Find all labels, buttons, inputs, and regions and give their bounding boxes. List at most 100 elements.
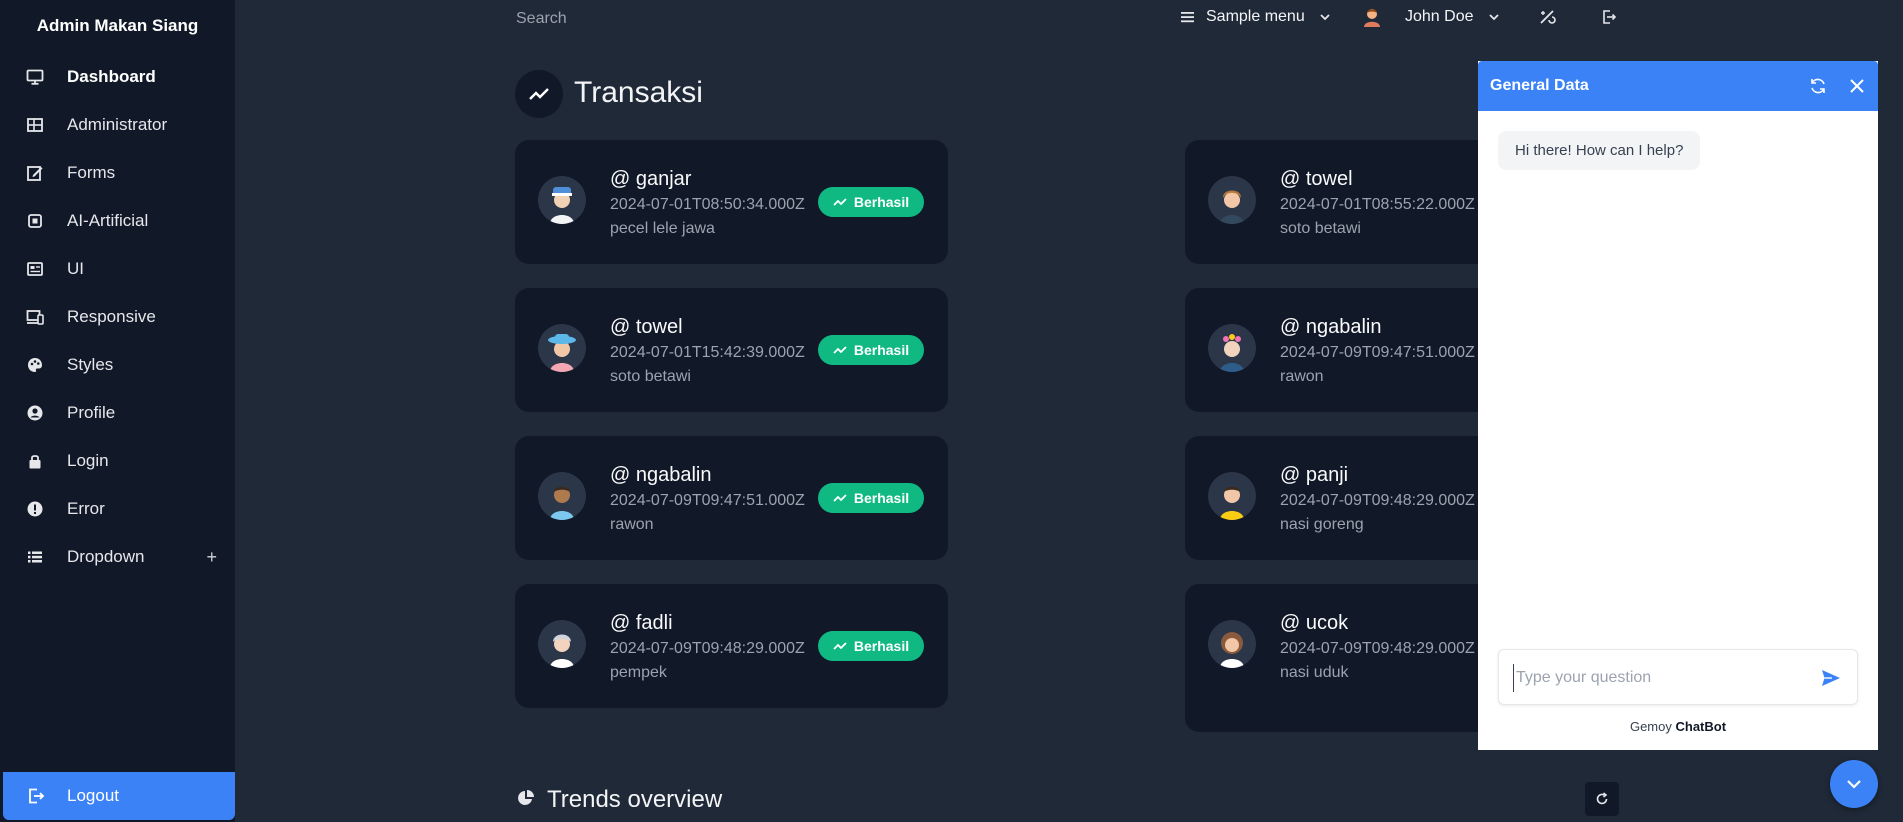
status-badge[interactable]: Berhasil [818,631,924,661]
transaction-time: 2024-07-01T15:42:39.000Z [610,344,805,361]
user-avatar-icon [1364,9,1380,27]
transaction-food: pempek [610,664,667,681]
send-icon[interactable] [1821,668,1841,688]
transaction-card: @ ngabalin 2024-07-09T09:47:51.000Z rawo… [515,436,948,560]
transaction-user: @ ucok [1280,612,1349,634]
sidebar-item-login[interactable]: Login [0,439,235,483]
transaction-card: @ ganjar 2024-07-01T08:50:34.000Z pecel … [515,140,948,264]
page-title: Transaksi [574,76,703,109]
chevron-down-icon [1488,14,1499,21]
list-icon [28,551,42,563]
sidebar-item-label: Error [67,499,105,518]
logout-icon [29,788,45,804]
chat-toggle-button[interactable] [1830,760,1878,808]
chevron-down-icon [1320,14,1330,21]
status-badge[interactable]: Berhasil [818,483,924,513]
chatbot-header: General Data [1478,61,1878,111]
chatbot-title: General Data [1490,77,1589,94]
chatbot-message: Hi there! How can I help? [1498,131,1701,170]
pie-chart-icon [518,790,534,805]
chip-icon [28,214,42,228]
transaction-time: 2024-07-09T09:48:29.000Z [1280,640,1475,657]
transaction-user: @ towel [1280,168,1353,190]
responsive-icon [26,310,44,325]
transaction-food: rawon [610,516,654,533]
logout-label: Logout [67,786,119,805]
sidebar-item-administrator[interactable]: Administrator [0,103,235,147]
avatar [538,472,586,520]
footer-product: ChatBot [1675,719,1727,734]
trend-title-icon [515,70,563,118]
chevron-down-icon [1847,780,1861,789]
sidebar-item-label: Dropdown [67,547,145,566]
sidebar-item-label: Forms [67,163,116,182]
transaction-time: 2024-07-01T08:50:34.000Z [610,196,805,213]
sidebar-item-profile[interactable]: Profile [0,391,235,435]
sample-menu-dropdown[interactable]: Sample menu [1180,0,1331,34]
chatbot-panel: General Data Hi there! How can I help? G… [1478,61,1878,750]
logout-icon [1603,10,1617,24]
chat-input-box [1498,649,1858,705]
edit-icon [27,166,43,181]
transaction-time: 2024-07-09T09:47:51.000Z [1280,344,1475,361]
sidebar-item-ai-artificial[interactable]: AI-Artificial [0,199,235,243]
sidebar-item-responsive[interactable]: Responsive [0,295,235,339]
trend-up-icon [833,346,847,354]
transaction-food: nasi goreng [1280,516,1364,533]
transaction-time: 2024-07-09T09:48:29.000Z [1280,492,1475,509]
sidebar-item-label: Profile [67,403,116,422]
avatar [538,620,586,668]
sidebar-item-ui[interactable]: UI [0,247,235,291]
sidebar-item-label: Login [67,451,109,470]
transaction-food: soto betawi [1280,220,1361,237]
refresh-icon[interactable] [1808,76,1828,96]
transaction-card: @ towel 2024-07-01T15:42:39.000Z soto be… [515,288,948,412]
search-input[interactable] [514,4,818,34]
avatar [538,324,586,372]
sidebar-item-label: AI-Artificial [67,211,149,230]
avatar [1208,176,1256,224]
logout-button[interactable]: Logout [3,772,235,820]
transaction-food: pecel lele jawa [610,220,715,237]
sidebar-item-label: Administrator [67,115,168,134]
signout-button[interactable] [1601,0,1617,34]
refresh-button[interactable] [1585,782,1619,816]
status-badge-label: Berhasil [853,638,910,654]
transaction-food: soto betawi [610,368,691,385]
avatar [1208,324,1256,372]
avatar [1208,472,1256,520]
status-badge[interactable]: Berhasil [818,187,924,217]
transaction-user: @ fadli [610,612,673,634]
chat-input[interactable] [1513,664,1818,692]
sample-menu-label: Sample menu [1206,8,1305,25]
footer-brand: Gemoy [1629,719,1676,734]
close-icon[interactable] [1848,77,1866,95]
avatar [1208,620,1256,668]
transaction-user: @ towel [610,316,683,338]
theme-toggle-button[interactable] [1538,0,1556,34]
theme-icon [1540,10,1556,24]
sidebar-item-label: Styles [67,355,114,374]
user-menu-dropdown[interactable]: John Doe [1360,0,1500,34]
user-circle-icon [27,405,43,421]
sidebar-item-label: Dashboard [67,67,156,86]
palette-icon [28,358,42,372]
sidebar-item-error[interactable]: Error [0,487,235,531]
transaction-user: @ ngabalin [610,464,712,486]
transaction-card: @ fadli 2024-07-09T09:48:29.000Z pempek … [515,584,948,708]
monitor-icon [26,69,44,85]
sidebar-item-styles[interactable]: Styles [0,343,235,387]
user-name: John Doe [1405,8,1474,25]
transaction-user: @ ganjar [610,168,692,190]
status-badge-label: Berhasil [853,194,910,210]
sidebar: Admin Makan Siang Dashboard Administrato… [0,0,235,822]
status-badge[interactable]: Berhasil [818,335,924,365]
sidebar-brand: Admin Makan Siang [36,16,199,35]
sidebar-item-dropdown[interactable]: Dropdown + [0,535,235,579]
sidebar-item-dashboard[interactable]: Dashboard [0,55,235,99]
status-badge-label: Berhasil [853,490,910,506]
card-icon [27,262,43,276]
sidebar-item-forms[interactable]: Forms [0,151,235,195]
sidebar-item-label: UI [67,259,84,278]
plus-icon[interactable]: + [206,547,217,568]
